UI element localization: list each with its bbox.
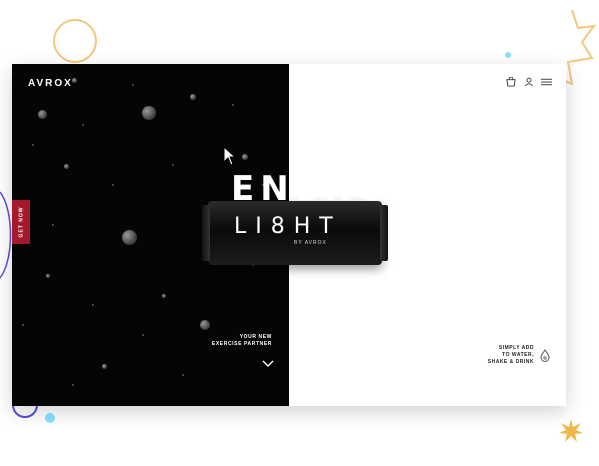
bubble: [38, 110, 47, 119]
hero-tagline-left: YOUR NEW EXERCISE PARTNER: [192, 334, 272, 348]
bubble: [162, 294, 166, 298]
tagline-line: YOUR NEW: [239, 334, 272, 340]
bubble: [190, 94, 196, 100]
tagline-line: TO WATER,: [502, 352, 534, 358]
tagline-line: SHAKE & DRINK: [487, 359, 534, 365]
website-mockup: AVROX GET NOW YOUR NEW EXERCISE PARTNER …: [12, 64, 566, 406]
get-now-button[interactable]: GET NOW: [12, 200, 30, 244]
brand-logo[interactable]: AVROX: [28, 78, 73, 89]
tagline-line: EXERCISE PARTNER: [211, 341, 272, 347]
decorative-dot: [505, 52, 511, 58]
bubble: [64, 164, 69, 169]
bubble: [142, 106, 156, 120]
header-icons: [505, 76, 552, 87]
product-subtitle: LI8HT: [234, 214, 342, 239]
water-drop-icon: [540, 349, 550, 362]
get-now-label: GET NOW: [18, 206, 25, 238]
mouse-cursor-icon: [223, 146, 237, 166]
bubble: [200, 320, 210, 330]
hero-tagline-right: SIMPLY ADD TO WATER, SHAKE & DRINK: [482, 345, 534, 366]
chevron-down-icon[interactable]: [262, 360, 274, 368]
tagline-line: SIMPLY ADD: [498, 345, 534, 351]
decorative-dot: [45, 413, 55, 423]
bubble: [242, 154, 248, 160]
hamburger-menu-icon[interactable]: [541, 76, 552, 87]
product-byline: BY AVROX: [294, 240, 327, 246]
user-icon[interactable]: [523, 76, 534, 87]
cart-icon[interactable]: [505, 76, 516, 87]
decorative-star: [559, 419, 583, 442]
product-title: ENERGY: [231, 169, 420, 209]
decorative-ring: [53, 19, 97, 63]
bubble: [46, 274, 50, 278]
bubble: [122, 230, 137, 245]
bubble: [102, 364, 107, 369]
